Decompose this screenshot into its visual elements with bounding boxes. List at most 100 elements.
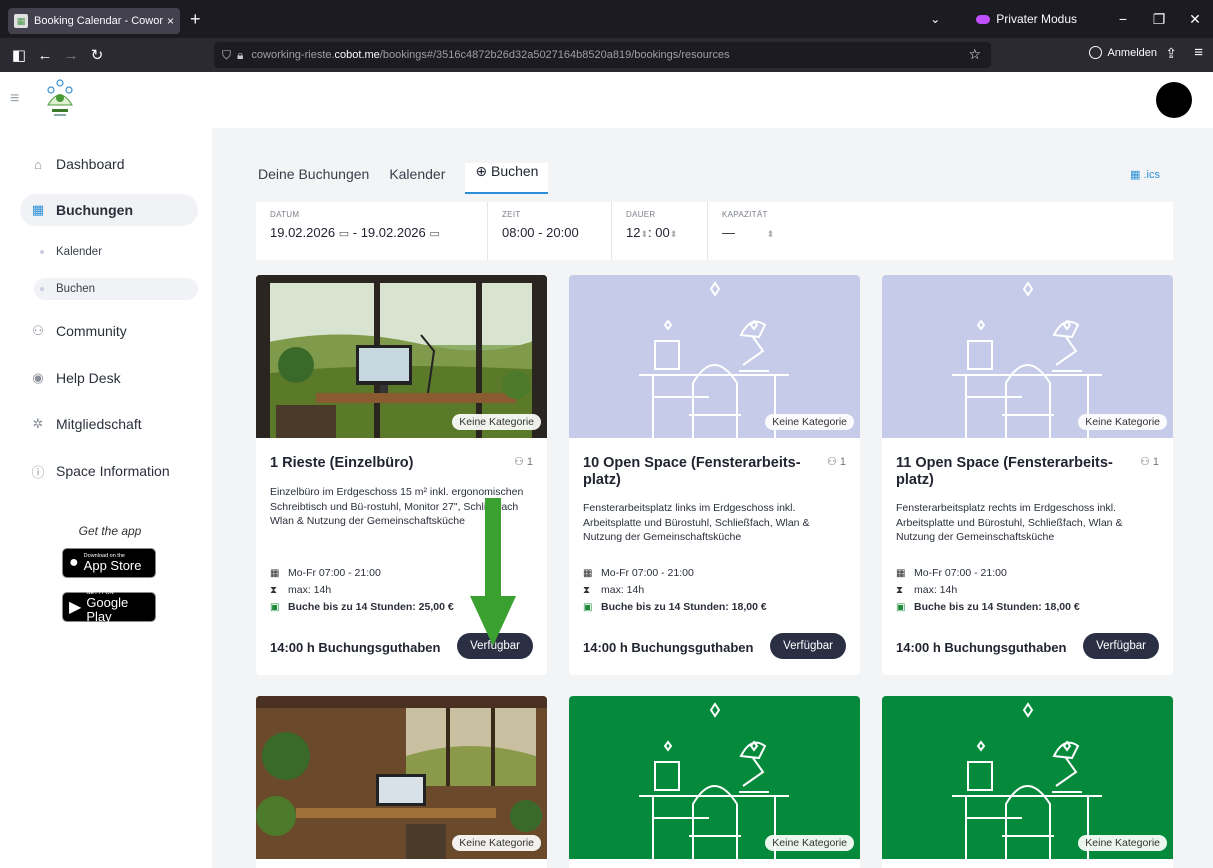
booking-credit: 14:00 h Buchungsguthaben bbox=[896, 640, 1067, 655]
resource-title: 1 Rieste (Einzelbüro) bbox=[270, 455, 414, 471]
filter-kapazitaet[interactable]: KAPAZITÄT — ⬍ bbox=[708, 202, 798, 260]
booking-credit: 14:00 h Buchungsguthaben bbox=[583, 640, 754, 655]
sidebar-item-space-information[interactable]: ⓘ Space Information bbox=[20, 455, 198, 487]
gear-icon: ✲ bbox=[32, 416, 44, 431]
private-mask-icon bbox=[976, 14, 991, 24]
max-duration: max: 14h bbox=[288, 584, 332, 596]
resource-card: Keine Kategorie 10 Open Space (Fensterar… bbox=[569, 275, 860, 675]
dauer-label: DAUER bbox=[626, 210, 656, 219]
capacity-value: 1 bbox=[526, 456, 533, 468]
forward-arrow-icon[interactable]: → bbox=[58, 47, 84, 64]
kapazitaet-label: KAPAZITÄT bbox=[722, 210, 768, 219]
category-badge: Keine Kategorie bbox=[452, 414, 541, 430]
time-to-field[interactable]: 20:00 bbox=[546, 225, 579, 240]
browser-tab-bar: ▦ Booking Calendar - Coworking × + ⌄ Pri… bbox=[0, 0, 1213, 38]
menu-icon[interactable]: ≡ bbox=[1194, 44, 1203, 61]
available-button[interactable]: Verfügbar bbox=[770, 633, 846, 659]
resource-description: Fensterarbeitsplatz links im Erdgeschoss… bbox=[583, 502, 810, 543]
url-bar[interactable]: ⛉ 🔒︎ coworking-rieste.cobot.me/bookings#… bbox=[214, 42, 991, 68]
tab-close-icon[interactable]: × bbox=[167, 14, 174, 28]
minutes-spinner-icon[interactable]: ⬍ bbox=[670, 229, 678, 239]
max-duration: max: 14h bbox=[601, 584, 645, 596]
capacity-indicator: ⚇ 1 bbox=[514, 455, 533, 468]
favicon-icon: ▦ bbox=[14, 14, 28, 28]
tab-deine-buchungen[interactable]: Deine Buchungen bbox=[258, 166, 377, 194]
close-window-button[interactable]: ✕ bbox=[1177, 11, 1213, 28]
filter-zeit[interactable]: ZEIT 08:00 - 20:00 bbox=[488, 202, 612, 260]
resource-card: Keine Kategorie bbox=[569, 696, 860, 868]
resource-info: ▦ Mo-Fr 07:00 - 21:00 ⧗ max: 14h ▣ Buche bi… bbox=[583, 565, 767, 616]
capacity-indicator: ⚇ 1 bbox=[827, 455, 846, 468]
sidebar-subitem-kalender[interactable]: Kalender bbox=[34, 241, 198, 263]
max-duration: max: 14h bbox=[914, 584, 958, 596]
sidebar-item-mitgliedschaft[interactable]: ✲ Mitgliedschaft bbox=[20, 408, 198, 440]
window-controls: ⌄ Privater Modus − ❐ ✕ bbox=[930, 0, 1213, 38]
booking-filter-bar: DATUM 19.02.2026 ▭ - 19.02.2026 ▭ ZEIT 0… bbox=[256, 202, 1173, 260]
hourglass-icon: ⧗ bbox=[896, 585, 904, 596]
booking-tabs: Deine Buchungen Kalender ⊕ Buchen bbox=[258, 156, 560, 194]
restore-button[interactable]: ❐ bbox=[1141, 11, 1177, 28]
date-to-field[interactable]: 19.02.2026 bbox=[361, 225, 426, 240]
money-icon: ▣ bbox=[896, 602, 906, 613]
sidebar-item-label: Buchungen bbox=[56, 202, 133, 218]
capacity-value: 1 bbox=[839, 456, 846, 468]
time-from-field[interactable]: 08:00 bbox=[502, 225, 535, 240]
minimize-button[interactable]: − bbox=[1105, 11, 1141, 27]
sidebar-item-community[interactable]: ⚇ Community bbox=[20, 315, 198, 347]
sidebar-subitem-label: Buchen bbox=[56, 283, 96, 295]
date-from-field[interactable]: 19.02.2026 bbox=[270, 225, 335, 240]
reload-icon[interactable]: ↻ bbox=[84, 46, 110, 64]
price-info: Buche bis zu 14 Stunden: 25,00 € bbox=[288, 601, 454, 613]
duration-hours-field[interactable]: 12 bbox=[626, 225, 640, 240]
ics-export-link[interactable]: ▦ .ics bbox=[1130, 168, 1160, 181]
calendar-icon: ▦ bbox=[583, 568, 593, 579]
sidebar-subitem-buchen[interactable]: Buchen bbox=[34, 278, 198, 300]
new-tab-button[interactable]: + bbox=[190, 9, 201, 30]
main-content: Deine Buchungen Kalender ⊕ Buchen ▦ .ics… bbox=[212, 128, 1213, 868]
sidebar-item-dashboard[interactable]: ⌂ Dashboard bbox=[20, 148, 198, 180]
extensions-icon[interactable]: ⇪ bbox=[1165, 45, 1177, 62]
sidebar-item-label: Mitgliedschaft bbox=[56, 416, 142, 432]
back-arrow-icon[interactable]: ← bbox=[32, 47, 58, 64]
resource-title: 11 Open Space (Fensterarbeits-platz) bbox=[896, 455, 1113, 488]
tab-buchen[interactable]: ⊕ Buchen bbox=[465, 163, 549, 194]
users-icon: ⚇ bbox=[826, 456, 837, 468]
sidebar-toggle-icon[interactable]: ◧ bbox=[6, 46, 32, 64]
bookmark-star-icon[interactable]: ☆ bbox=[968, 46, 981, 63]
app-header: ≡ bbox=[0, 72, 1213, 128]
browser-tab[interactable]: ▦ Booking Calendar - Coworking × bbox=[8, 8, 180, 34]
category-badge: Keine Kategorie bbox=[1078, 835, 1167, 851]
capacity-spinner-icon[interactable]: ⬍ bbox=[767, 229, 775, 239]
date-separator: - bbox=[352, 225, 358, 240]
tab-kalender[interactable]: Kalender bbox=[389, 166, 453, 194]
datum-label: DATUM bbox=[270, 210, 300, 219]
tab-list-chevron-icon[interactable]: ⌄ bbox=[930, 12, 940, 26]
sidebar-item-help-desk[interactable]: ◉ Help Desk bbox=[20, 362, 198, 394]
filter-datum[interactable]: DATUM 19.02.2026 ▭ - 19.02.2026 ▭ bbox=[256, 202, 488, 260]
hamburger-menu-icon[interactable]: ≡ bbox=[10, 90, 19, 108]
hours-spinner-icon[interactable]: ⬍ bbox=[640, 229, 648, 239]
filter-dauer[interactable]: DAUER 12⬍: 00⬍ bbox=[612, 202, 708, 260]
url-text[interactable]: coworking-rieste.cobot.me/bookings#/3516… bbox=[251, 49, 729, 61]
calendar-icon[interactable]: ▭ bbox=[429, 228, 439, 240]
capacity-field[interactable]: — bbox=[722, 225, 735, 240]
google-play-button[interactable]: ▶ GET IT ON Google Play bbox=[62, 590, 156, 624]
app-store-label: App Store bbox=[83, 558, 142, 573]
money-icon: ▣ bbox=[270, 602, 280, 613]
calendar-icon[interactable]: ▭ bbox=[339, 228, 349, 240]
sidebar-subitem-label: Kalender bbox=[56, 246, 103, 258]
lock-icon[interactable]: 🔒︎ bbox=[237, 48, 243, 63]
tab-buchen-label: Buchen bbox=[490, 163, 539, 179]
opening-hours: Mo-Fr 07:00 - 21:00 bbox=[914, 567, 1007, 579]
available-button[interactable]: Verfügbar bbox=[1083, 633, 1159, 659]
tab-title: Booking Calendar - Coworking bbox=[34, 15, 163, 27]
category-badge: Keine Kategorie bbox=[765, 835, 854, 851]
sidebar-item-buchungen[interactable]: ▦ Buchungen bbox=[20, 194, 198, 226]
private-mode-label: Privater Modus bbox=[996, 12, 1077, 26]
user-avatar[interactable] bbox=[1156, 82, 1192, 118]
category-badge: Keine Kategorie bbox=[1078, 414, 1167, 430]
shield-icon[interactable]: ⛉ bbox=[222, 48, 231, 63]
duration-minutes-field[interactable]: 00 bbox=[655, 225, 669, 240]
app-store-button[interactable]: ● Download on the App Store bbox=[62, 548, 156, 578]
sign-in-button[interactable]: Anmelden bbox=[1089, 46, 1157, 59]
